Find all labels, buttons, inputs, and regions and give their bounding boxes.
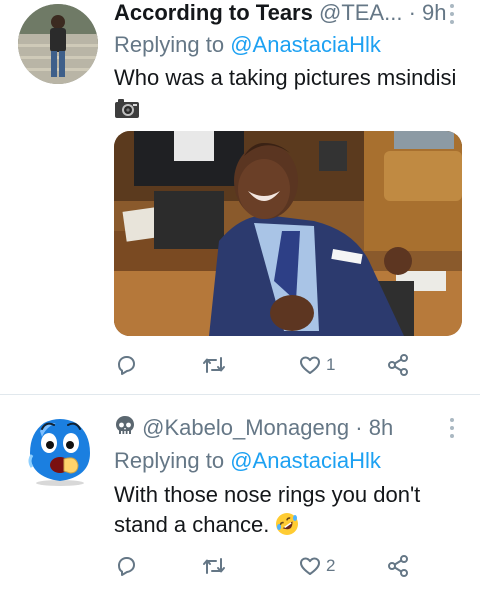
author-handle[interactable]: @Kabelo_Monageng	[142, 415, 349, 440]
reply-icon	[114, 353, 138, 377]
tweet-time[interactable]: 9h	[422, 0, 446, 25]
retweet-button[interactable]	[201, 551, 231, 581]
more-options-icon[interactable]	[448, 417, 456, 439]
author-handle[interactable]: @TEA...	[319, 0, 402, 25]
tweet-text-content: With those nose rings you don't stand a …	[114, 482, 421, 537]
tweet-actions: 2	[114, 551, 454, 581]
like-count: 1	[326, 355, 336, 374]
rolling-on-floor-laughing-emoji	[275, 512, 299, 544]
reply-button[interactable]	[114, 551, 142, 581]
skull-emoji	[114, 415, 136, 443]
share-button[interactable]	[386, 551, 410, 581]
author-name[interactable]: According to Tears	[114, 0, 313, 25]
separator: ·	[408, 0, 416, 25]
mention-link[interactable]: @AnastaciaHlk	[230, 448, 381, 473]
tweet-header: @Kabelo_Monageng · 8h	[114, 415, 393, 443]
tweet-header: According to Tears @TEA... · 9h	[114, 0, 447, 26]
heart-icon	[298, 554, 322, 578]
heart-icon	[298, 353, 322, 377]
camera-emoji	[114, 97, 140, 127]
like-button[interactable]: 1	[298, 350, 335, 380]
avatar[interactable]	[18, 4, 98, 84]
avatar[interactable]	[24, 415, 96, 487]
tweet[interactable]: @Kabelo_Monageng · 8h Replying to @Anast…	[0, 395, 480, 598]
reply-icon	[114, 554, 138, 578]
tweet-time[interactable]: 8h	[369, 415, 393, 440]
share-icon	[386, 554, 410, 578]
mention-link[interactable]: @AnastaciaHlk	[230, 32, 381, 57]
like-button[interactable]: 2	[298, 551, 335, 581]
tweet-actions: 1	[114, 350, 454, 380]
replying-prefix: Replying to	[114, 32, 225, 57]
replying-to: Replying to @AnastaciaHlk	[114, 32, 381, 58]
retweet-icon	[201, 353, 227, 377]
retweet-button[interactable]	[201, 350, 231, 380]
tweet-text-content: Who was a taking pictures msindisi	[114, 65, 457, 90]
tweet-photo[interactable]	[114, 131, 462, 336]
retweet-icon	[201, 554, 227, 578]
more-options-icon[interactable]	[448, 3, 456, 25]
reply-button[interactable]	[114, 350, 142, 380]
share-icon	[386, 353, 410, 377]
replying-to: Replying to @AnastaciaHlk	[114, 448, 381, 474]
tweet-text: With those nose rings you don't stand a …	[114, 480, 464, 544]
replying-prefix: Replying to	[114, 448, 225, 473]
tweet-text: Who was a taking pictures msindisi	[114, 63, 464, 127]
like-count: 2	[326, 556, 336, 575]
share-button[interactable]	[386, 350, 410, 380]
tweet[interactable]: According to Tears @TEA... · 9h Replying…	[0, 0, 480, 394]
separator: ·	[355, 415, 363, 440]
